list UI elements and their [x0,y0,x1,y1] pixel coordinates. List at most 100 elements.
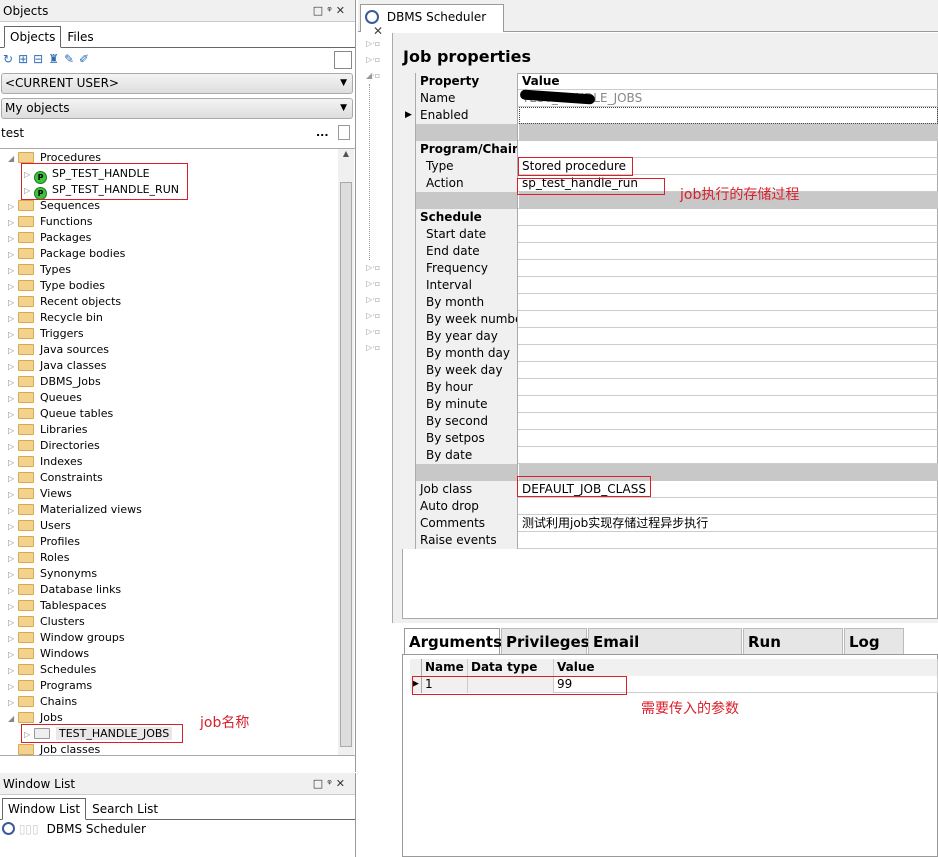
tab-arguments[interactable]: Arguments [404,628,502,654]
property-row[interactable]: Job class DEFAULT_JOB_CLASS [402,481,938,498]
maximize-icon[interactable]: □ [313,4,327,17]
expand-arrow-icon[interactable]: ▷ [8,647,18,663]
property-value[interactable] [519,294,938,311]
property-value[interactable] [519,430,938,447]
expand-arrow-icon[interactable]: ▷ [8,695,18,711]
tree-item[interactable]: ▷ Types [8,262,71,278]
expand-arrow-icon[interactable]: ▷ [8,359,18,375]
tree-item[interactable]: ▷ Sequences [8,198,100,214]
property-row[interactable]: ▶ Enabled [402,107,938,124]
expand-arrow-icon[interactable]: ▷ [8,327,18,343]
expand-arrow-icon[interactable]: ▷ [8,343,18,359]
tab-objects[interactable]: Objects [4,26,62,48]
property-row[interactable]: By week number [402,311,938,328]
column-header[interactable]: Name [422,659,468,676]
property-value[interactable] [519,532,938,549]
tree-item[interactable]: ▷ Synonyms [8,566,97,582]
column-header[interactable]: Value [554,659,938,676]
property-row[interactable]: By hour [402,379,938,396]
tree-item[interactable]: ▷ Libraries [8,422,88,438]
expand-arrow-icon[interactable]: ▷ [8,519,18,535]
expand-arrow-icon[interactable]: ▷ [8,375,18,391]
property-row[interactable]: Comments 测试利用job实现存储过程异步执行 [402,515,938,532]
tree-item[interactable]: ▷ Packages [8,230,91,246]
property-value[interactable] [519,260,938,277]
tree-item[interactable]: ▷ Indexes [8,454,82,470]
tree-scrollbar[interactable]: ▲ [338,149,354,755]
property-row[interactable]: By year day [402,328,938,345]
expand-arrow-icon[interactable]: ▷ [8,455,18,471]
expand-arrow-icon[interactable]: ▷ [8,199,18,215]
property-row[interactable]: By week day [402,362,938,379]
tab-search-list[interactable]: Search List [86,798,164,819]
expand-arrow-icon[interactable]: ▷ [8,263,18,279]
property-row[interactable]: By month day [402,345,938,362]
tab-files[interactable]: Files [61,26,99,47]
maximize-icon[interactable]: □ [313,777,327,790]
tree-item[interactable]: ▷ Programs [8,678,92,694]
expand-arrow-icon[interactable]: ▷ [8,311,18,327]
property-row[interactable]: By minute [402,396,938,413]
color-box[interactable] [334,51,352,69]
expand-arrow-icon[interactable]: ▷ [8,439,18,455]
tree-item[interactable]: ▷ Views [8,486,72,502]
new-object-icon[interactable] [338,125,350,140]
expand-arrow-icon[interactable]: ▷ [8,535,18,551]
search-more-button[interactable]: ... [316,126,329,139]
tree-item[interactable]: ▷ Window groups [8,630,125,646]
expand-arrow-icon[interactable]: ▷ [8,407,18,423]
property-value[interactable] [519,328,938,345]
tree-item[interactable]: ▷ Queue tables [8,406,113,422]
property-value[interactable] [519,226,938,243]
expand-arrow-icon[interactable]: ▷ [8,391,18,407]
property-value[interactable] [519,362,938,379]
property-row[interactable]: Type Stored procedure [402,158,938,175]
property-row[interactable]: By month [402,294,938,311]
tab-dbms-scheduler[interactable]: DBMS Scheduler ✕ [360,4,504,38]
tree-item[interactable]: ▷ Roles [8,550,69,566]
scrollbar-thumb[interactable] [340,182,352,747]
expand-arrow-icon[interactable]: ▷ [8,663,18,679]
tree-item[interactable]: ▷ Profiles [8,534,80,550]
tab-privileges[interactable]: Privileges [501,628,590,654]
collapse-arrow-icon[interactable]: ◢ [8,711,18,727]
property-value[interactable] [519,413,938,430]
tree-item[interactable]: ▷ Triggers [8,326,84,342]
property-row[interactable]: Start date [402,226,938,243]
close-icon[interactable]: ✕ [336,777,349,790]
tree-item[interactable]: ▷ Users [8,518,71,534]
expand-arrow-icon[interactable]: ▷ [8,599,18,615]
property-value[interactable] [519,379,938,396]
property-value[interactable] [519,498,938,515]
property-value[interactable] [519,243,938,260]
property-row[interactable]: NameTEST_HANDLE_JOBS [402,90,938,107]
column-header[interactable]: Data type [468,659,554,676]
property-row[interactable]: By setpos [402,430,938,447]
tree-item[interactable]: ▷ Tablespaces [8,598,106,614]
expand-arrow-icon[interactable]: ▷ [8,567,18,583]
tree-item[interactable]: ▷ Recent objects [8,294,121,310]
tree-item[interactable]: ▷ Clusters [8,614,85,630]
tree-item[interactable]: ▷ Functions [8,214,93,230]
pin-icon[interactable]: ᵠ [327,4,336,17]
filter-edit-icon[interactable]: ✐ [79,52,94,66]
search-input[interactable]: test [1,124,313,143]
expand-arrow-icon[interactable]: ▷ [8,295,18,311]
property-row[interactable]: Schedule [402,209,938,226]
expand-icon[interactable]: ⊞ [18,52,33,66]
collapse-arrow-icon[interactable]: ◢ [8,151,18,167]
tab-log[interactable]: Log [844,628,904,654]
collapse-icon[interactable]: ⊟ [33,52,48,66]
tree-item[interactable]: ▷ Database links [8,582,121,598]
tree-item[interactable]: ▷ Java sources [8,342,109,358]
expand-arrow-icon[interactable]: ▷ [8,487,18,503]
close-icon[interactable]: ✕ [336,4,349,17]
property-row[interactable]: By date [402,447,938,464]
expand-arrow-icon[interactable]: ▷ [8,471,18,487]
tab-window-list[interactable]: Window List [2,798,87,820]
refresh-icon[interactable]: ↻ [3,52,18,66]
property-row[interactable]: Action sp_test_handle_run [402,175,938,192]
tree-item[interactable]: ▷ Windows [8,646,89,662]
filter-icon[interactable]: ✎ [64,52,79,66]
tree-item[interactable]: ▷ Package bodies [8,246,125,262]
